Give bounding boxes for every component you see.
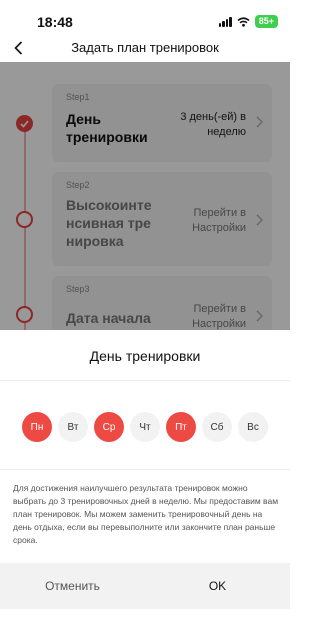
ok-button[interactable]: OK <box>145 563 290 609</box>
battery-indicator: 85+ <box>254 15 278 28</box>
day-button-tue[interactable]: Вт <box>58 412 88 442</box>
action-row: Отменить OK <box>0 563 290 609</box>
page-title: Задать план тренировок <box>71 40 219 55</box>
sheet-title: День тренировки <box>89 348 201 364</box>
day-button-sat[interactable]: Сб <box>202 412 232 442</box>
cancel-button[interactable]: Отменить <box>0 563 145 609</box>
nav-bar: Задать план тренировок <box>0 36 290 62</box>
divider <box>0 469 290 470</box>
signal-icon <box>218 16 232 27</box>
divider <box>0 380 290 381</box>
day-button-fri[interactable]: Пт <box>166 412 196 442</box>
status-icons: 85+ <box>218 15 278 28</box>
status-bar: 18:48 85+ <box>0 0 290 36</box>
modal-overlay[interactable] <box>0 62 290 330</box>
day-button-sun[interactable]: Вс <box>238 412 268 442</box>
day-selector: Пн Вт Ср Чт Пт Сб Вс <box>22 412 268 442</box>
training-day-sheet: День тренировки Пн Вт Ср Чт Пт Сб Вс Для… <box>0 330 290 630</box>
day-button-wed[interactable]: Ср <box>94 412 124 442</box>
home-indicator <box>0 609 290 630</box>
info-note: Для достижения наилучшего результата тре… <box>13 483 279 545</box>
status-time: 18:48 <box>37 14 73 30</box>
wifi-icon <box>237 16 250 27</box>
day-button-mon[interactable]: Пн <box>22 412 52 442</box>
day-button-thu[interactable]: Чт <box>130 412 160 442</box>
